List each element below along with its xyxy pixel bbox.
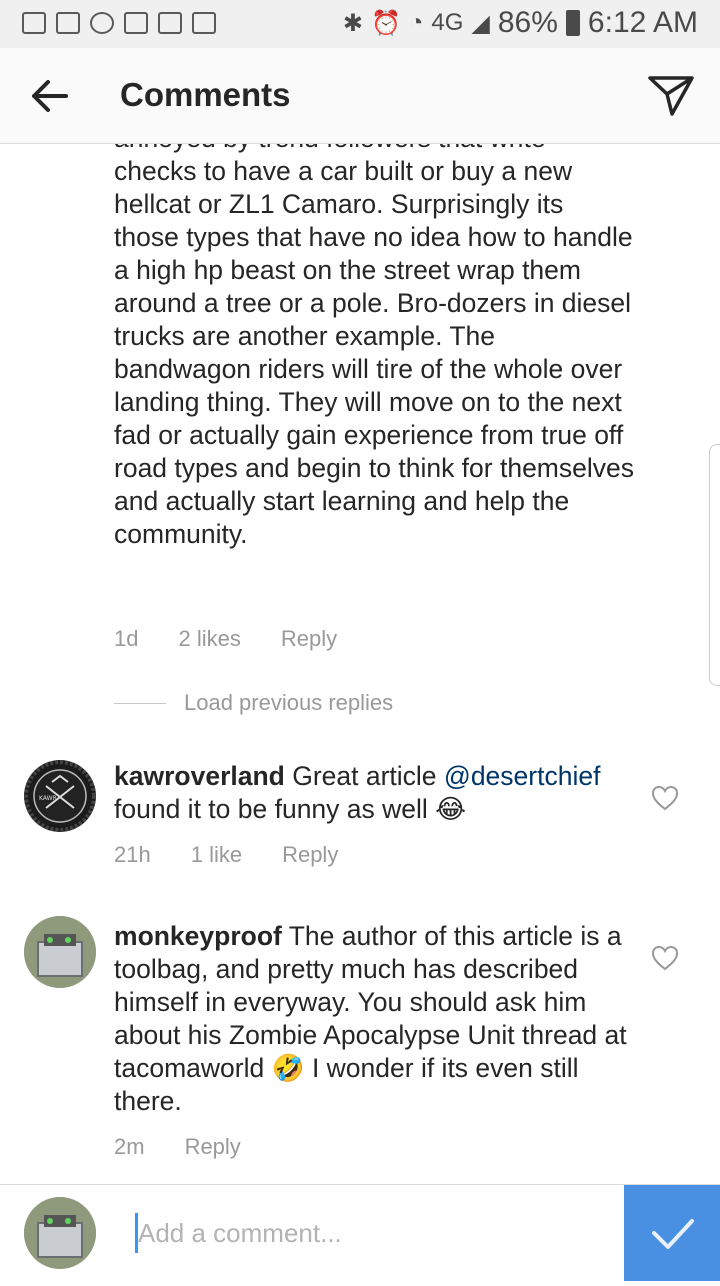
mail-icon (22, 12, 46, 34)
comment-time: 2m (114, 1134, 145, 1159)
heart-icon (651, 945, 679, 971)
avatar[interactable]: KAWR (24, 760, 96, 832)
status-bar: ✱ ⏰ ◔ 4G ◢ 86% 6:12 AM (0, 0, 720, 48)
heart-icon (651, 785, 679, 811)
reply-meta: 1d 2 likes Reply (114, 626, 377, 652)
network-type: 4G (431, 9, 464, 36)
refresh-icon (192, 12, 216, 34)
bluetooth-icon: ✱ (342, 9, 363, 37)
header-bar: Comments (0, 48, 720, 144)
gmail-icon (56, 12, 80, 34)
comment-text: kawroverland Great article @desertchief … (114, 760, 634, 826)
kawr-logo-icon: KAWR (24, 760, 96, 832)
alarm-icon: ⏰ (371, 9, 401, 37)
system-status: ✱ ⏰ ◔ 4G ◢ 86% 6:12 AM (343, 6, 698, 40)
reply-comment-text: annoyed by trend followers that write ch… (114, 144, 634, 549)
comment-text: monkeyproof The author of this article i… (114, 920, 634, 1118)
comment-username[interactable]: monkeyproof (114, 921, 282, 951)
page-title: Comments (120, 76, 291, 113)
like-button[interactable] (650, 784, 680, 812)
notification-icons (22, 12, 216, 34)
comment-reply-button[interactable]: Reply (282, 842, 338, 868)
back-arrow-icon (32, 80, 68, 112)
load-previous-replies[interactable]: Load previous replies (114, 690, 393, 716)
comments-list[interactable]: annoyed by trend followers that write ch… (0, 144, 720, 1184)
signal-icon: ◢ (471, 9, 490, 37)
battery-icon (565, 10, 580, 36)
post-button[interactable] (624, 1185, 720, 1281)
direct-send-icon (648, 76, 694, 116)
reply-time: 1d (114, 626, 139, 651)
comment-composer (0, 1184, 720, 1281)
mention-link[interactable]: @desertchief (444, 761, 601, 791)
avatar[interactable] (24, 916, 96, 988)
scroll-indicator[interactable] (709, 444, 720, 686)
chase-icon (90, 12, 114, 34)
image-icon (124, 12, 148, 34)
comment-meta: 2m Reply (114, 1134, 281, 1160)
wifi-icon: ◔ (408, 9, 424, 36)
back-button[interactable] (28, 76, 72, 116)
calendar-icon (158, 12, 182, 34)
comment-username[interactable]: kawroverland (114, 761, 285, 791)
avatar-label: KAWR (39, 795, 57, 802)
comment-input[interactable] (136, 1207, 610, 1259)
reply-likes-link[interactable]: 2 likes (178, 626, 240, 652)
avatar-photo (24, 916, 96, 988)
comment-body: Great article (284, 761, 444, 791)
checkmark-icon (652, 1219, 694, 1249)
load-previous-label: Load previous replies (184, 690, 394, 715)
reply-button[interactable]: Reply (281, 626, 337, 652)
divider (114, 702, 166, 704)
comment-time: 21h (114, 842, 151, 867)
comment-reply-button[interactable]: Reply (185, 1134, 241, 1160)
clock: 6:12 AM (587, 6, 698, 39)
like-button[interactable] (650, 944, 680, 972)
comment-likes-link[interactable]: 1 like (191, 842, 242, 868)
comment-meta: 21h 1 like Reply (114, 842, 378, 868)
avatar-photo (24, 1197, 96, 1269)
comment-body-end: found it to be funny as well 😂 (114, 794, 467, 824)
my-avatar (24, 1197, 96, 1269)
battery-level: 86% (497, 6, 558, 39)
share-button[interactable] (646, 72, 696, 120)
